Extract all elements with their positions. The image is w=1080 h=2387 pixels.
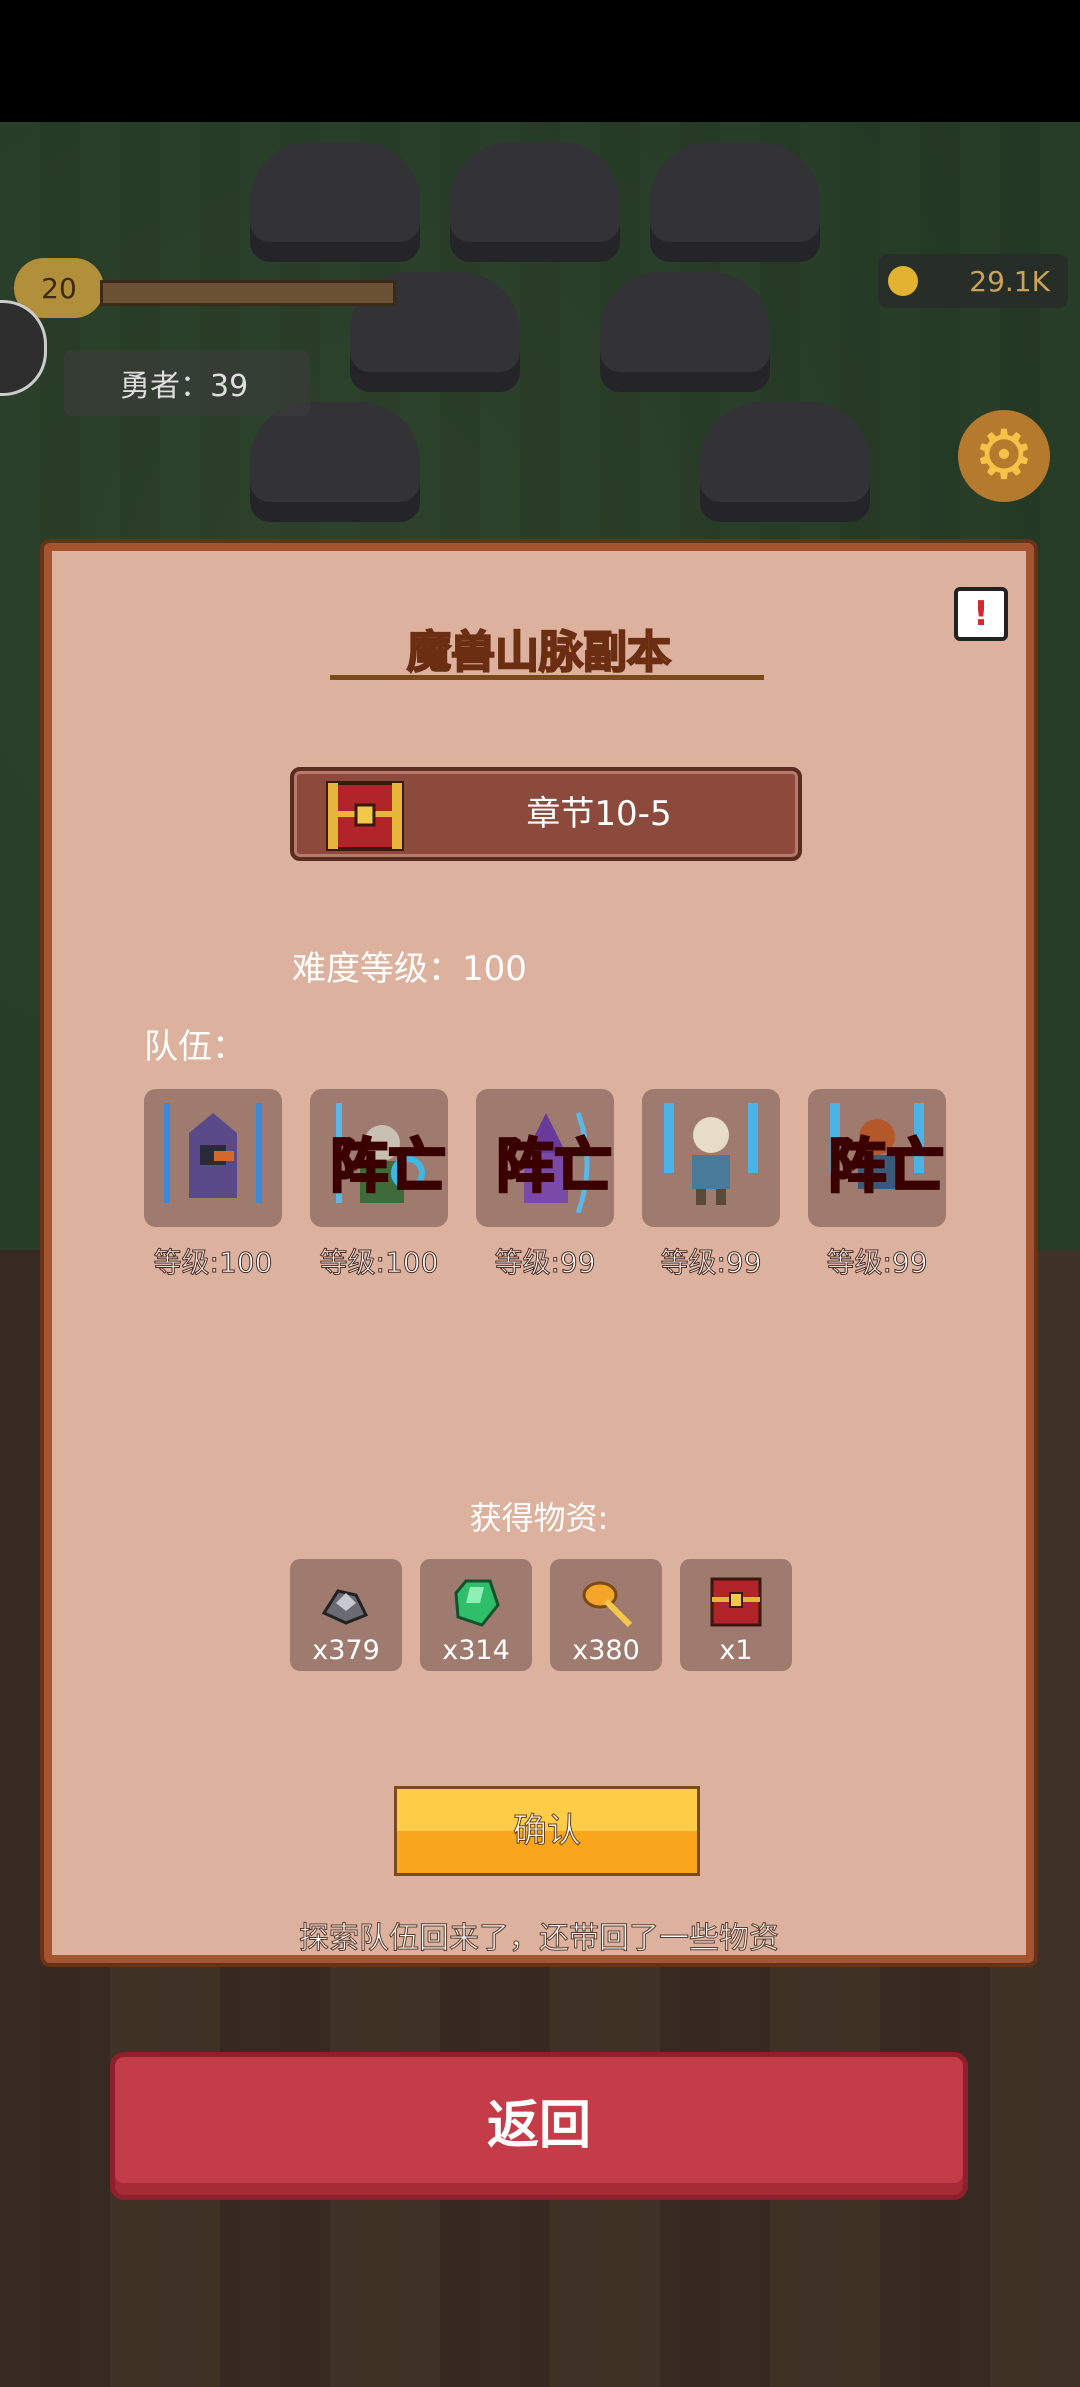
hero-card[interactable] bbox=[144, 1089, 282, 1227]
dead-label: 阵亡 bbox=[494, 1131, 613, 1202]
loot-item[interactable]: x380 bbox=[550, 1559, 662, 1671]
ore-icon bbox=[321, 1589, 369, 1625]
dungeon-result-dialog: 魔兽山脉副本 ! 章节10-5 难度等级：100 队伍： 等级:100 阵亡 等… bbox=[44, 543, 1034, 1963]
dead-label: 阵亡 bbox=[328, 1131, 447, 1202]
hero-card[interactable]: 阵亡 bbox=[310, 1089, 448, 1227]
hero-level: 等级:100 bbox=[319, 1246, 439, 1280]
hero-card[interactable] bbox=[642, 1089, 780, 1227]
gear-icon[interactable]: ⚙ bbox=[958, 410, 1050, 502]
coin-counter: 29.1K bbox=[878, 254, 1068, 308]
loot-count: x314 bbox=[442, 1635, 510, 1666]
experience-bar bbox=[100, 280, 396, 306]
skeleton-warrior-icon bbox=[664, 1103, 758, 1205]
loot-count: x380 bbox=[572, 1635, 640, 1666]
hero-level: 等级:100 bbox=[153, 1246, 273, 1280]
chapter-banner: 章节10-5 bbox=[290, 767, 802, 861]
treasure-chest-icon bbox=[710, 1577, 762, 1627]
dead-label: 阵亡 bbox=[826, 1131, 945, 1202]
loot-item[interactable]: x314 bbox=[420, 1559, 532, 1671]
hero-level: 等级:99 bbox=[494, 1246, 596, 1280]
loot-count: x1 bbox=[719, 1635, 753, 1666]
coin-amount: 29.1K bbox=[969, 264, 1050, 298]
alert-icon[interactable]: ! bbox=[954, 587, 1008, 641]
emerald-icon bbox=[454, 1579, 500, 1627]
dialog-title: 魔兽山脉副本 bbox=[406, 626, 672, 679]
team-label: 队伍： bbox=[144, 1027, 246, 1067]
title-divider bbox=[330, 675, 764, 680]
result-hint: 探索队伍回来了，还带回了一些物资 bbox=[299, 1921, 780, 1957]
hero-card[interactable]: 阵亡 bbox=[808, 1089, 946, 1227]
status-bar bbox=[0, 0, 1080, 122]
hero-card[interactable]: 阵亡 bbox=[476, 1089, 614, 1227]
heroes-count[interactable]: 勇者：39 bbox=[64, 350, 310, 416]
hooded-mage-icon bbox=[164, 1103, 262, 1203]
coin-icon bbox=[888, 266, 918, 296]
hero-level: 等级:99 bbox=[660, 1246, 762, 1280]
hero-level: 等级:99 bbox=[826, 1246, 928, 1280]
difficulty-level: 难度等级：100 bbox=[292, 949, 527, 989]
back-button[interactable]: 返回 bbox=[110, 2052, 968, 2200]
chapter-label: 章节10-5 bbox=[526, 794, 672, 834]
confirm-button[interactable]: 确认 bbox=[394, 1786, 700, 1876]
loot-item[interactable]: x1 bbox=[680, 1559, 792, 1671]
loot-label: 获得物资: bbox=[469, 1499, 609, 1537]
loot-count: x379 bbox=[312, 1635, 380, 1666]
loot-item[interactable]: x379 bbox=[290, 1559, 402, 1671]
treasure-chest-icon bbox=[326, 781, 404, 851]
feather-icon bbox=[582, 1581, 633, 1628]
